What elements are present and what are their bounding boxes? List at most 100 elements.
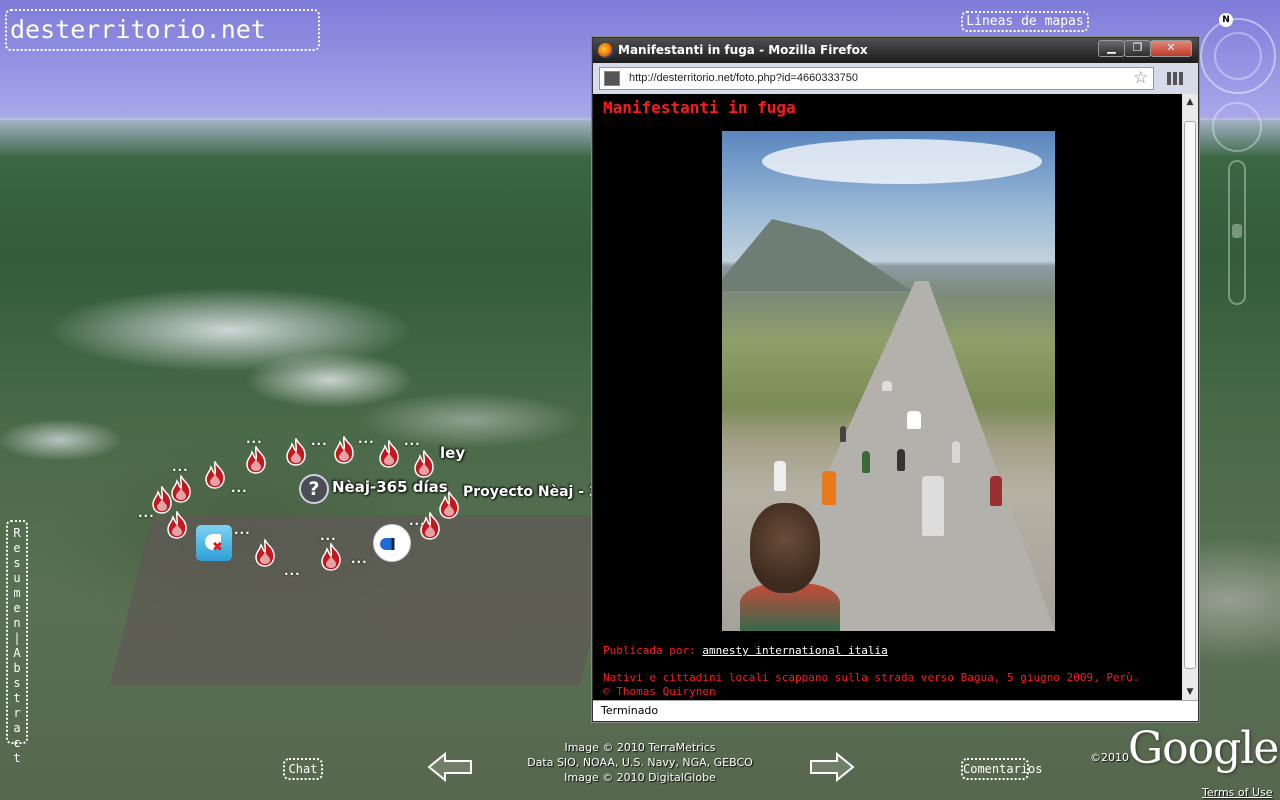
summary-tab-label: Resumen|Abstract [13, 526, 21, 765]
publisher-label: Publicada por: [603, 644, 696, 657]
photo-person-head [750, 503, 820, 593]
terms-of-use-link[interactable]: Terms of Use [1202, 786, 1273, 799]
fire-icon [321, 543, 341, 571]
fire-placemark[interactable] [252, 539, 278, 567]
site-brand[interactable]: desterritorio.net [5, 9, 320, 51]
zoom-slider-knob[interactable] [1232, 224, 1242, 238]
fire-icon [255, 539, 275, 567]
photo-figure [862, 451, 870, 473]
fire-placemark[interactable] [243, 446, 269, 474]
publisher-link[interactable]: amnesty international italia [702, 644, 887, 657]
map-lines-button[interactable]: Lineas de mapas [961, 11, 1089, 32]
placemark-label: ... [404, 434, 421, 448]
arrow-left-icon [427, 752, 472, 782]
zoom-slider[interactable] [1228, 160, 1246, 305]
photo-caption: Nativi e cittadini locali scappano sulla… [603, 671, 1181, 699]
placemark-label: ... [231, 481, 248, 495]
placemark-label: ... [138, 506, 155, 520]
placemark-label: ... [358, 432, 375, 446]
previous-button[interactable] [427, 752, 473, 782]
fire-icon [286, 438, 306, 466]
photo-credit: © Thomas Quirynen [603, 685, 716, 698]
eye-placemark-icon[interactable] [373, 524, 411, 562]
placemark-label: ... [246, 432, 263, 446]
fire-icon [379, 440, 399, 468]
minimize-button[interactable]: ▁ [1098, 40, 1125, 57]
imagery-credits: Image © 2010 TerraMetrics Data SIO, NOAA… [505, 740, 775, 785]
photo-figure [774, 461, 786, 491]
url-text[interactable]: http://desterritorio.net/foto.php?id=466… [629, 68, 858, 89]
fire-icon [334, 436, 354, 464]
maximize-button[interactable]: ❐ [1124, 40, 1151, 57]
photo-cloud [762, 139, 1042, 184]
fire-icon [205, 461, 225, 489]
fire-placemark[interactable] [376, 440, 402, 468]
arrow-right-icon [810, 752, 855, 782]
photo-figure [907, 411, 921, 429]
north-indicator[interactable]: N [1219, 13, 1233, 27]
photo-figure [990, 476, 1002, 506]
placemark-label: ... [172, 460, 189, 474]
image-overlay [110, 515, 623, 685]
credit-line: Image © 2010 TerraMetrics [564, 741, 716, 754]
page-content: Manifestanti in fuga Publicada por: amne… [593, 94, 1182, 700]
feed-icon[interactable] [1167, 72, 1185, 85]
photo-figure [840, 426, 846, 442]
compass-ring[interactable] [1200, 18, 1276, 94]
placemark-label: ... [311, 434, 328, 448]
photo-figure [897, 449, 905, 471]
fire-placemark[interactable] [202, 461, 228, 489]
eye-icon [380, 538, 406, 550]
summary-tab[interactable]: Resumen|Abstract [6, 520, 28, 765]
fire-placemark[interactable] [331, 436, 357, 464]
photo-figure [882, 381, 892, 391]
placemark-label: ... [320, 529, 337, 543]
scrollbar-thumb[interactable] [1184, 121, 1196, 669]
photo-title: Manifestanti in fuga [603, 98, 796, 117]
twitter-icon[interactable]: ✖ [196, 525, 232, 561]
look-joystick[interactable] [1212, 102, 1262, 152]
publisher-line: Publicada por: amnesty international ita… [603, 644, 888, 657]
chat-button[interactable]: Chat [283, 758, 323, 780]
photo-foreground-person [740, 503, 840, 631]
fire-icon [167, 511, 187, 539]
scroll-up-icon[interactable]: ▲ [1182, 94, 1198, 110]
placemark-label: ... [351, 552, 368, 566]
copyright-year: ©2010 [1090, 751, 1129, 764]
placemark-label: ... [234, 523, 251, 537]
photo-figure [822, 471, 836, 505]
placemark-label-neaj[interactable]: Nèaj-365 días [332, 478, 448, 496]
next-button[interactable] [809, 752, 855, 782]
firefox-popup-window[interactable]: Manifestanti in fuga - Mozilla Firefox ▁… [592, 37, 1199, 722]
close-button[interactable]: ✕ [1150, 40, 1192, 57]
comments-button[interactable]: Comentarios [961, 758, 1042, 780]
fire-placemark[interactable] [283, 438, 309, 466]
site-favicon [604, 71, 620, 86]
fire-placemark[interactable] [164, 511, 190, 539]
credit-line: Image © 2010 DigitalGlobe [564, 771, 716, 784]
close-icon: ✖ [212, 540, 223, 555]
placemark-label-proyecto[interactable]: Proyecto Nèaj - 3 [463, 484, 599, 500]
google-logo: Google [1128, 723, 1279, 774]
placemark-label: ... [409, 514, 426, 528]
bookmark-star-icon[interactable]: ☆ [1133, 68, 1148, 89]
credit-line: Data SIO, NOAA, U.S. Navy, NGA, GEBCO [527, 756, 753, 769]
status-bar: Terminado [593, 700, 1198, 721]
window-titlebar[interactable]: Manifestanti in fuga - Mozilla Firefox ▁… [593, 38, 1198, 63]
photo[interactable] [722, 131, 1055, 631]
question-mark-icon[interactable]: ? [299, 474, 329, 504]
status-text: Terminado [601, 704, 659, 717]
photo-figure [952, 441, 960, 463]
placemark-label-ley[interactable]: ley [440, 444, 465, 462]
vertical-scrollbar[interactable]: ▲ ▼ [1182, 94, 1198, 700]
firefox-icon [598, 43, 613, 58]
navigation-toolbar: http://desterritorio.net/foto.php?id=466… [593, 63, 1198, 94]
fire-icon [246, 446, 266, 474]
fire-placemark[interactable] [411, 450, 437, 478]
url-bar[interactable]: http://desterritorio.net/foto.php?id=466… [599, 67, 1154, 90]
fire-icon [414, 450, 434, 478]
scroll-down-icon[interactable]: ▼ [1182, 684, 1198, 700]
placemark-label: ... [284, 564, 301, 578]
fire-placemark[interactable] [318, 543, 344, 571]
compass-inner-ring[interactable] [1214, 32, 1262, 80]
